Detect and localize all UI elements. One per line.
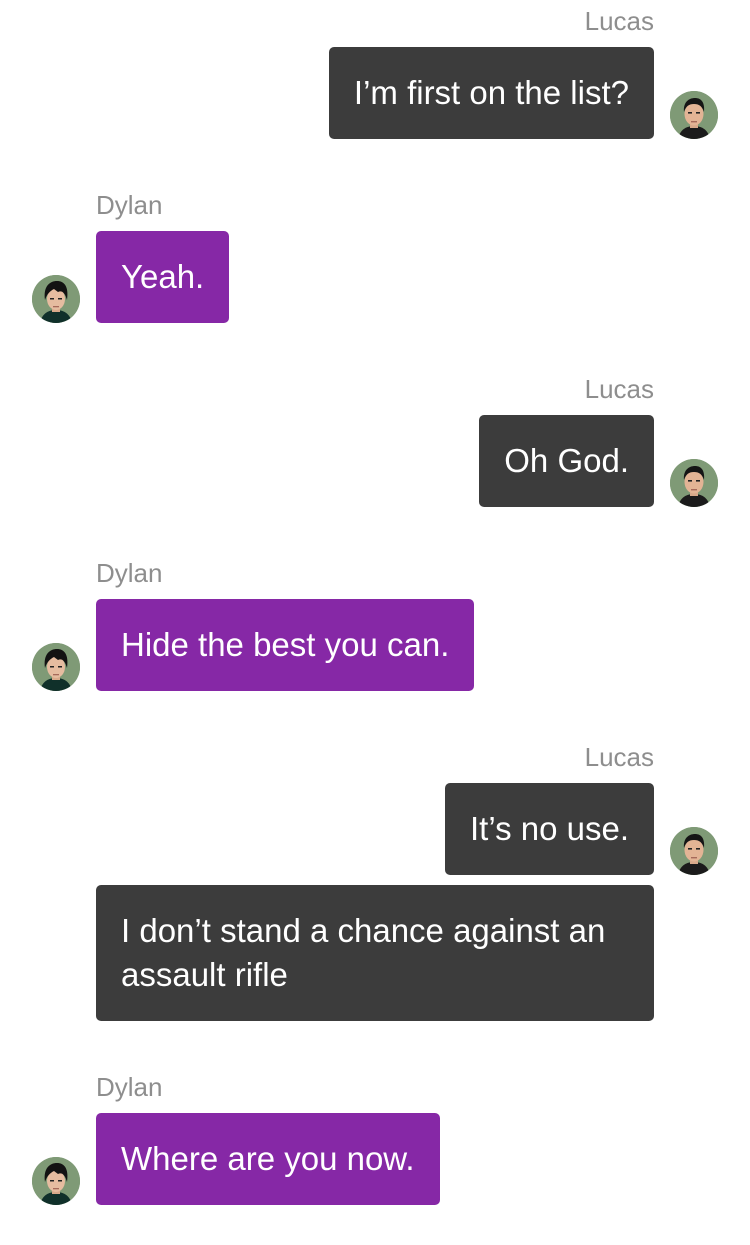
lucas-face-icon (670, 91, 718, 139)
dylan-face-icon (32, 1157, 80, 1205)
lucas-avatar[interactable] (670, 827, 718, 875)
lucas-avatar[interactable] (670, 91, 718, 139)
message-bubble-lucas[interactable]: I don’t stand a chance against an assaul… (96, 885, 654, 1021)
dylan-face-icon (32, 275, 80, 323)
message-bubble-dylan[interactable]: Hide the best you can. (96, 599, 475, 691)
sender-name-lucas: Lucas (584, 374, 654, 404)
sender-name-lucas: Lucas (584, 742, 654, 772)
message-bubble-lucas[interactable]: Oh God. (479, 415, 654, 507)
sender-name-dylan: Dylan (96, 558, 163, 588)
message-bubble-lucas[interactable]: I’m first on the list? (328, 47, 654, 139)
message-bubble-dylan[interactable]: Where are you now. (96, 1113, 440, 1205)
dylan-avatar[interactable] (32, 1157, 80, 1205)
sender-name-dylan: Dylan (96, 1072, 163, 1102)
sender-name-lucas: Lucas (584, 6, 654, 36)
lucas-avatar[interactable] (670, 459, 718, 507)
dylan-avatar[interactable] (32, 643, 80, 691)
lucas-face-icon (670, 827, 718, 875)
lucas-face-icon (670, 459, 718, 507)
message-bubble-dylan[interactable]: Yeah. (96, 231, 230, 323)
chat-screen: { "messages": [ { "sender": "Lucas", "te… (0, 0, 750, 1245)
dylan-avatar[interactable] (32, 275, 80, 323)
sender-name-dylan: Dylan (96, 190, 163, 220)
dylan-face-icon (32, 643, 80, 691)
message-bubble-lucas[interactable]: It’s no use. (445, 783, 654, 875)
